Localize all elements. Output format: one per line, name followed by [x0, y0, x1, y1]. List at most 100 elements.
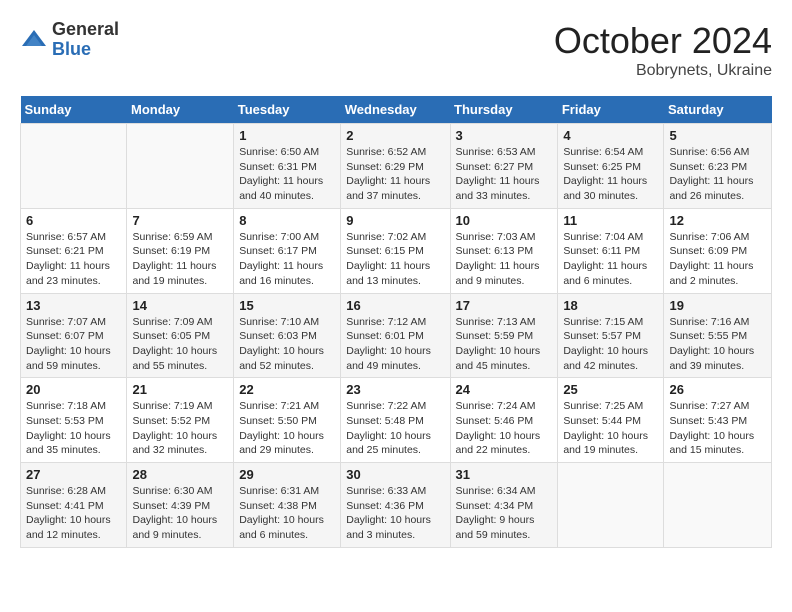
- day-info: Sunrise: 6:30 AMSunset: 4:39 PMDaylight:…: [132, 484, 228, 543]
- day-number: 9: [346, 213, 444, 228]
- day-number: 29: [239, 467, 335, 482]
- logo: General Blue: [20, 20, 119, 60]
- title-block: October 2024 Bobrynets, Ukraine: [554, 20, 772, 80]
- day-cell: 10 Sunrise: 7:03 AMSunset: 6:13 PMDayligh…: [450, 208, 558, 293]
- day-number: 26: [669, 382, 766, 397]
- day-cell: 3 Sunrise: 6:53 AMSunset: 6:27 PMDaylight…: [450, 124, 558, 209]
- day-number: 19: [669, 298, 766, 313]
- day-info: Sunrise: 7:19 AMSunset: 5:52 PMDaylight:…: [132, 399, 228, 458]
- day-info: Sunrise: 6:34 AMSunset: 4:34 PMDaylight:…: [456, 484, 553, 543]
- day-number: 2: [346, 128, 444, 143]
- day-info: Sunrise: 7:07 AMSunset: 6:07 PMDaylight:…: [26, 315, 121, 374]
- day-info: Sunrise: 6:54 AMSunset: 6:25 PMDaylight:…: [563, 145, 658, 204]
- header-day-tuesday: Tuesday: [234, 96, 341, 124]
- day-number: 3: [456, 128, 553, 143]
- day-info: Sunrise: 6:52 AMSunset: 6:29 PMDaylight:…: [346, 145, 444, 204]
- day-info: Sunrise: 6:59 AMSunset: 6:19 PMDaylight:…: [132, 230, 228, 289]
- day-number: 10: [456, 213, 553, 228]
- day-number: 31: [456, 467, 553, 482]
- day-cell: 12 Sunrise: 7:06 AMSunset: 6:09 PMDayligh…: [664, 208, 772, 293]
- day-info: Sunrise: 7:22 AMSunset: 5:48 PMDaylight:…: [346, 399, 444, 458]
- day-info: Sunrise: 7:15 AMSunset: 5:57 PMDaylight:…: [563, 315, 658, 374]
- day-info: Sunrise: 7:04 AMSunset: 6:11 PMDaylight:…: [563, 230, 658, 289]
- day-cell: 7 Sunrise: 6:59 AMSunset: 6:19 PMDaylight…: [127, 208, 234, 293]
- calendar-header: SundayMondayTuesdayWednesdayThursdayFrid…: [21, 96, 772, 124]
- day-number: 21: [132, 382, 228, 397]
- day-cell: 25 Sunrise: 7:25 AMSunset: 5:44 PMDayligh…: [558, 378, 664, 463]
- day-info: Sunrise: 7:13 AMSunset: 5:59 PMDaylight:…: [456, 315, 553, 374]
- day-number: 8: [239, 213, 335, 228]
- day-info: Sunrise: 7:25 AMSunset: 5:44 PMDaylight:…: [563, 399, 658, 458]
- day-number: 16: [346, 298, 444, 313]
- day-cell: 23 Sunrise: 7:22 AMSunset: 5:48 PMDayligh…: [341, 378, 450, 463]
- header-row: SundayMondayTuesdayWednesdayThursdayFrid…: [21, 96, 772, 124]
- day-info: Sunrise: 6:28 AMSunset: 4:41 PMDaylight:…: [26, 484, 121, 543]
- day-number: 12: [669, 213, 766, 228]
- day-number: 20: [26, 382, 121, 397]
- day-info: Sunrise: 6:31 AMSunset: 4:38 PMDaylight:…: [239, 484, 335, 543]
- day-info: Sunrise: 7:24 AMSunset: 5:46 PMDaylight:…: [456, 399, 553, 458]
- day-cell: 17 Sunrise: 7:13 AMSunset: 5:59 PMDayligh…: [450, 293, 558, 378]
- day-cell: 13 Sunrise: 7:07 AMSunset: 6:07 PMDayligh…: [21, 293, 127, 378]
- day-number: 28: [132, 467, 228, 482]
- day-cell: 28 Sunrise: 6:30 AMSunset: 4:39 PMDayligh…: [127, 463, 234, 548]
- day-info: Sunrise: 7:03 AMSunset: 6:13 PMDaylight:…: [456, 230, 553, 289]
- day-number: 14: [132, 298, 228, 313]
- day-number: 22: [239, 382, 335, 397]
- day-cell: 5 Sunrise: 6:56 AMSunset: 6:23 PMDaylight…: [664, 124, 772, 209]
- day-number: 24: [456, 382, 553, 397]
- day-info: Sunrise: 7:06 AMSunset: 6:09 PMDaylight:…: [669, 230, 766, 289]
- day-cell: 21 Sunrise: 7:19 AMSunset: 5:52 PMDayligh…: [127, 378, 234, 463]
- day-info: Sunrise: 6:56 AMSunset: 6:23 PMDaylight:…: [669, 145, 766, 204]
- location-text: Bobrynets, Ukraine: [554, 62, 772, 80]
- week-row-3: 13 Sunrise: 7:07 AMSunset: 6:07 PMDayligh…: [21, 293, 772, 378]
- day-cell: 19 Sunrise: 7:16 AMSunset: 5:55 PMDayligh…: [664, 293, 772, 378]
- header-day-friday: Friday: [558, 96, 664, 124]
- day-number: 15: [239, 298, 335, 313]
- day-number: 17: [456, 298, 553, 313]
- day-number: 25: [563, 382, 658, 397]
- day-info: Sunrise: 6:53 AMSunset: 6:27 PMDaylight:…: [456, 145, 553, 204]
- day-cell: 4Sunrise: 6:54 AMSunset: 6:25 PMDaylight…: [558, 124, 664, 209]
- logo-general-text: General: [52, 20, 119, 40]
- day-cell: 1Sunrise: 6:50 AMSunset: 6:31 PMDaylight…: [234, 124, 341, 209]
- day-cell: 26 Sunrise: 7:27 AMSunset: 5:43 PMDayligh…: [664, 378, 772, 463]
- day-info: Sunrise: 7:18 AMSunset: 5:53 PMDaylight:…: [26, 399, 121, 458]
- header-day-monday: Monday: [127, 96, 234, 124]
- page-header: General Blue October 2024 Bobrynets, Ukr…: [20, 20, 772, 80]
- header-day-sunday: Sunday: [21, 96, 127, 124]
- day-cell: 16 Sunrise: 7:12 AMSunset: 6:01 PMDayligh…: [341, 293, 450, 378]
- day-cell: 22 Sunrise: 7:21 AMSunset: 5:50 PMDayligh…: [234, 378, 341, 463]
- day-cell: 30Sunrise: 6:33 AMSunset: 4:36 PMDayligh…: [341, 463, 450, 548]
- day-cell: 15 Sunrise: 7:10 AMSunset: 6:03 PMDayligh…: [234, 293, 341, 378]
- month-title: October 2024: [554, 20, 772, 62]
- day-cell: 27 Sunrise: 6:28 AMSunset: 4:41 PMDayligh…: [21, 463, 127, 548]
- day-info: Sunrise: 7:27 AMSunset: 5:43 PMDaylight:…: [669, 399, 766, 458]
- day-number: 18: [563, 298, 658, 313]
- day-cell: 24 Sunrise: 7:24 AMSunset: 5:46 PMDayligh…: [450, 378, 558, 463]
- logo-blue-text: Blue: [52, 40, 119, 60]
- day-number: 13: [26, 298, 121, 313]
- day-info: Sunrise: 7:09 AMSunset: 6:05 PMDaylight:…: [132, 315, 228, 374]
- day-info: Sunrise: 7:10 AMSunset: 6:03 PMDaylight:…: [239, 315, 335, 374]
- day-number: 30: [346, 467, 444, 482]
- day-number: 23: [346, 382, 444, 397]
- day-number: 5: [669, 128, 766, 143]
- day-cell: 2 Sunrise: 6:52 AMSunset: 6:29 PMDaylight…: [341, 124, 450, 209]
- day-cell: 6Sunrise: 6:57 AMSunset: 6:21 PMDaylight…: [21, 208, 127, 293]
- day-info: Sunrise: 7:16 AMSunset: 5:55 PMDaylight:…: [669, 315, 766, 374]
- week-row-4: 20 Sunrise: 7:18 AMSunset: 5:53 PMDayligh…: [21, 378, 772, 463]
- day-number: 11: [563, 213, 658, 228]
- day-number: 7: [132, 213, 228, 228]
- day-cell: [127, 124, 234, 209]
- day-cell: 14 Sunrise: 7:09 AMSunset: 6:05 PMDayligh…: [127, 293, 234, 378]
- calendar-body: 1Sunrise: 6:50 AMSunset: 6:31 PMDaylight…: [21, 124, 772, 548]
- day-info: Sunrise: 7:00 AMSunset: 6:17 PMDaylight:…: [239, 230, 335, 289]
- week-row-2: 6Sunrise: 6:57 AMSunset: 6:21 PMDaylight…: [21, 208, 772, 293]
- day-cell: [21, 124, 127, 209]
- day-info: Sunrise: 7:21 AMSunset: 5:50 PMDaylight:…: [239, 399, 335, 458]
- day-cell: 20 Sunrise: 7:18 AMSunset: 5:53 PMDayligh…: [21, 378, 127, 463]
- day-number: 27: [26, 467, 121, 482]
- day-cell: 8 Sunrise: 7:00 AMSunset: 6:17 PMDaylight…: [234, 208, 341, 293]
- day-info: Sunrise: 7:12 AMSunset: 6:01 PMDaylight:…: [346, 315, 444, 374]
